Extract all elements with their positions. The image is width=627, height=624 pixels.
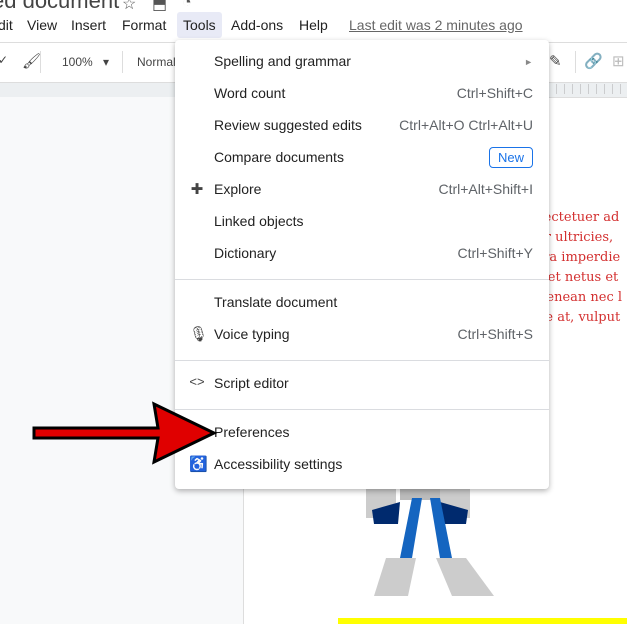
menu-help[interactable]: Help: [299, 17, 328, 33]
highlight-pen-icon[interactable]: ✎: [549, 52, 562, 70]
item-label: Word count: [214, 85, 286, 101]
paint-format-icon[interactable]: 🖌: [22, 52, 41, 70]
doc-line: ue at, vulput: [537, 310, 621, 325]
menu-tools[interactable]: Tools: [177, 12, 222, 38]
last-edit-link[interactable]: Last edit was 2 minutes ago: [349, 17, 523, 33]
star-icon[interactable]: ☆: [122, 0, 136, 14]
document-title[interactable]: ed document: [0, 0, 119, 14]
menu-item-voice-typing[interactable]: 🎙 Voice typing Ctrl+Shift+S: [175, 319, 549, 351]
menu-item-compare[interactable]: Compare documents New: [175, 142, 549, 174]
shortcut: Ctrl+Alt+O Ctrl+Alt+U: [399, 117, 533, 133]
spellcheck-icon[interactable]: ✓: [0, 53, 8, 67]
menu-item-spelling[interactable]: Spelling and grammar ►: [175, 46, 549, 78]
menu-item-dictionary[interactable]: Dictionary Ctrl+Shift+Y: [175, 238, 549, 270]
link-icon[interactable]: 🔗: [584, 52, 603, 70]
code-icon: <>: [189, 374, 205, 389]
doc-line: Aenean nec l: [537, 290, 623, 305]
robot-illustration: [366, 488, 494, 596]
menu-view[interactable]: View: [27, 17, 57, 33]
menu-edit[interactable]: dit: [0, 17, 13, 33]
menu-item-explore[interactable]: ✚ Explore Ctrl+Alt+Shift+I: [175, 174, 549, 206]
add-comment-icon[interactable]: ⊞: [612, 52, 625, 70]
red-arrow-annotation: [32, 401, 218, 465]
move-icon[interactable]: ⬒: [152, 0, 167, 14]
tools-dropdown-menu: Spelling and grammar ► Word count Ctrl+Shi…: [175, 40, 549, 489]
menu-item-script-editor[interactable]: <> Script editor: [175, 368, 549, 400]
shortcut: Ctrl+Shift+Y: [457, 245, 533, 261]
shortcut: Ctrl+Shift+S: [457, 326, 533, 342]
menu-item-review-edits[interactable]: Review suggested edits Ctrl+Alt+O Ctrl+Al…: [175, 110, 549, 142]
item-label: Explore: [214, 181, 262, 197]
item-label: Spelling and grammar: [214, 53, 351, 69]
explore-icon: ✚: [190, 181, 204, 198]
doc-line: sectetuer ad: [537, 210, 620, 225]
style-select[interactable]: Normal: [137, 55, 176, 69]
divider: [175, 279, 549, 280]
shortcut: Ctrl+Alt+Shift+I: [438, 181, 533, 197]
item-label: Preferences: [214, 424, 290, 440]
item-label: Accessibility settings: [214, 456, 343, 472]
shortcut: Ctrl+Shift+C: [456, 85, 533, 101]
menu-item-translate[interactable]: Translate document: [175, 287, 549, 319]
item-label: Compare documents: [214, 149, 344, 165]
new-badge: New: [488, 147, 533, 168]
doc-line: s et netus et: [537, 270, 619, 285]
menu-item-accessibility[interactable]: ♿ Accessibility settings: [175, 449, 549, 481]
submenu-arrow-icon: ►: [524, 57, 533, 67]
menu-format[interactable]: Format: [122, 17, 166, 33]
zoom-select[interactable]: 100%: [62, 55, 93, 69]
menu-item-word-count[interactable]: Word count Ctrl+Shift+C: [175, 78, 549, 110]
item-label: Voice typing: [214, 326, 290, 342]
divider: [175, 360, 549, 361]
item-label: Translate document: [214, 294, 338, 310]
divider: [175, 409, 549, 410]
item-label: Review suggested edits: [214, 117, 362, 133]
item-label: Linked objects: [214, 213, 304, 229]
menu-addons[interactable]: Add-ons: [231, 17, 283, 33]
doc-line: rra imperdie: [537, 250, 621, 265]
menu-item-preferences[interactable]: Preferences: [175, 417, 549, 449]
microphone-icon: 🎙: [189, 326, 209, 343]
ruler-ticks: [540, 84, 627, 94]
cloud-status-icon[interactable]: ◔: [182, 0, 192, 12]
highlighted-text: [338, 618, 627, 624]
chevron-down-icon[interactable]: ▾: [103, 55, 109, 69]
menu-insert[interactable]: Insert: [71, 17, 106, 33]
item-label: Script editor: [214, 375, 289, 391]
item-label: Dictionary: [214, 245, 277, 261]
menu-item-linked-objects[interactable]: Linked objects: [175, 206, 549, 238]
